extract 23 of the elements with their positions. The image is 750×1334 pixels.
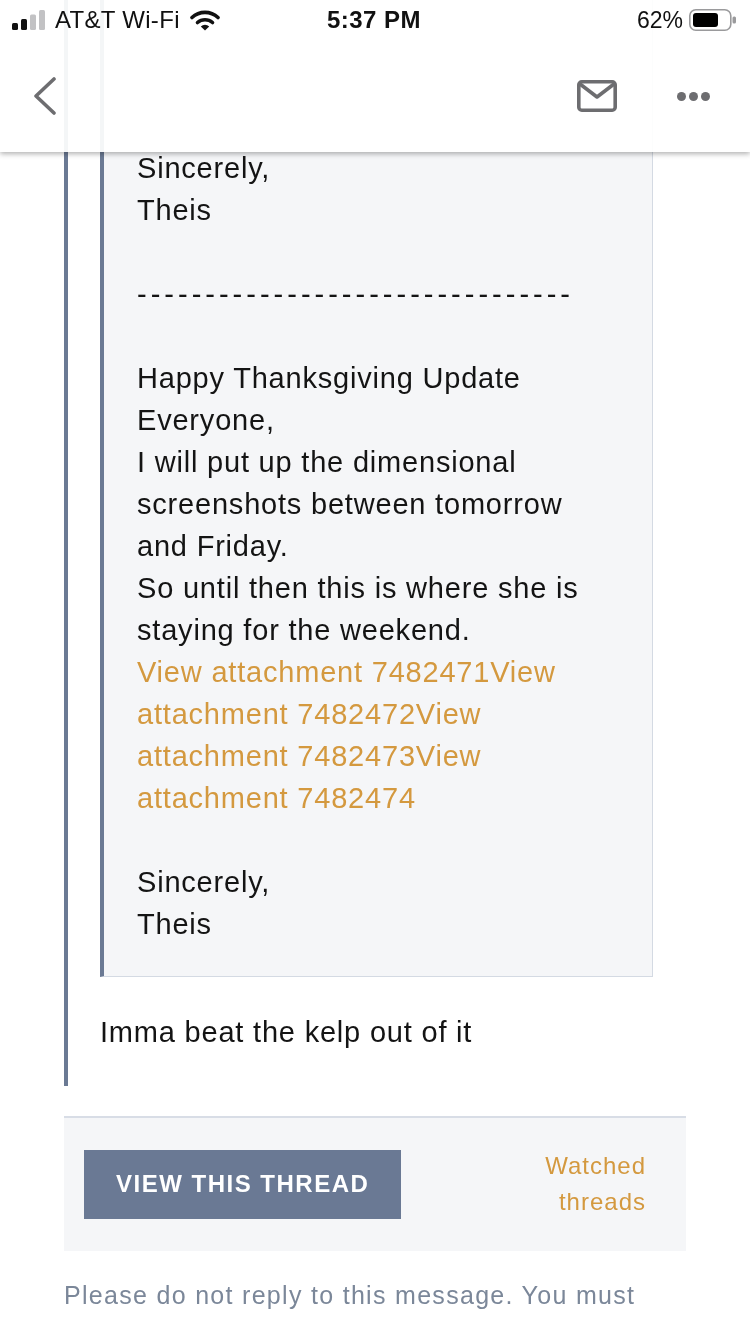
signal-icon (12, 10, 45, 30)
back-icon[interactable] (33, 77, 56, 115)
battery-percent: 62% (636, 6, 683, 34)
quote-text: Everyone, (137, 403, 275, 438)
reply-text: Imma beat the kelp out of it (100, 1015, 473, 1050)
view-thread-button[interactable]: VIEW THIS THREAD (84, 1149, 402, 1219)
battery-icon (689, 9, 736, 31)
quote-text: I will put up the dimensional screenshots between tomorrow and Friday. (137, 445, 564, 564)
quote-text: Happy Thanksgiving Update (137, 361, 521, 396)
quote-text: Sincerely, (137, 865, 271, 900)
status-time: 5:37 PM (326, 6, 422, 34)
quote-text: Theis (137, 193, 212, 228)
more-icon[interactable] (677, 91, 710, 101)
mail-icon[interactable] (577, 80, 617, 112)
quote-text: Sincerely, (137, 151, 271, 186)
carrier-name: AT&T Wi-Fi (55, 6, 180, 34)
footer-notice: Please do not reply to this message. You must (64, 1280, 636, 1311)
quote-text: Theis (137, 907, 212, 942)
watched-threads-link[interactable]: Watched threads (545, 1148, 646, 1220)
attachment-links[interactable]: View attachment 7482471View attachment 7482472View attachment 7482473View attachment 7482474 (137, 651, 617, 819)
wifi-icon (189, 9, 220, 31)
dashed-separator-text: -------------------------------- (137, 277, 575, 312)
quote-text: So until then this is where she is staying for the weekend. (137, 571, 580, 648)
